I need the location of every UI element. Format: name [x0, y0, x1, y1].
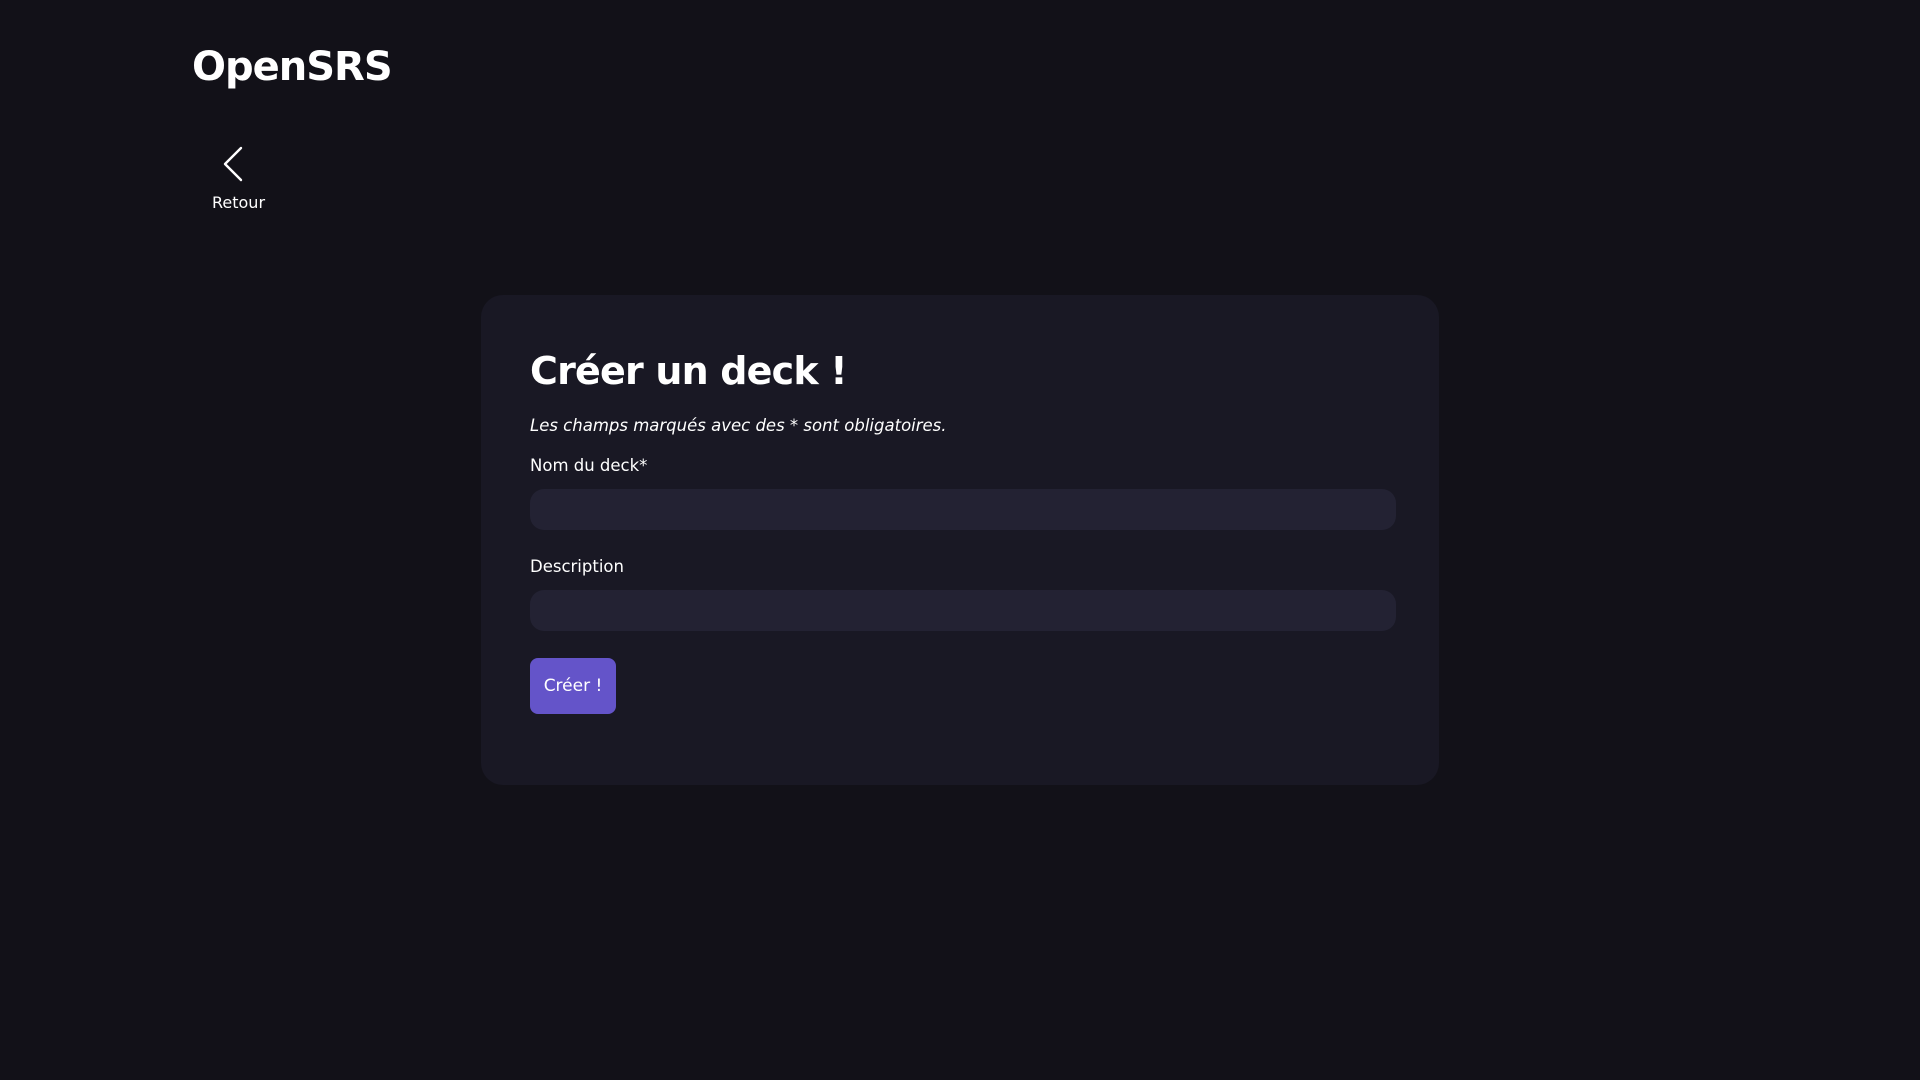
create-deck-card: Créer un deck ! Les champs marqués avec … [481, 295, 1439, 785]
back-button[interactable]: Retour [206, 144, 270, 214]
deck-name-input[interactable] [530, 489, 1396, 530]
app-logo[interactable]: OpenSRS [192, 40, 393, 94]
required-fields-note: Les champs marqués avec des * sont oblig… [530, 416, 947, 435]
description-input[interactable] [530, 590, 1396, 631]
chevron-left-icon [223, 146, 243, 182]
create-button[interactable]: Créer ! [530, 658, 616, 714]
back-label: Retour [212, 193, 266, 212]
deck-name-label: Nom du deck* [530, 456, 648, 475]
form-title: Créer un deck ! [530, 349, 848, 393]
page: OpenSRS Retour Créer un deck ! Les champ… [0, 0, 1920, 1080]
description-label: Description [530, 557, 624, 576]
